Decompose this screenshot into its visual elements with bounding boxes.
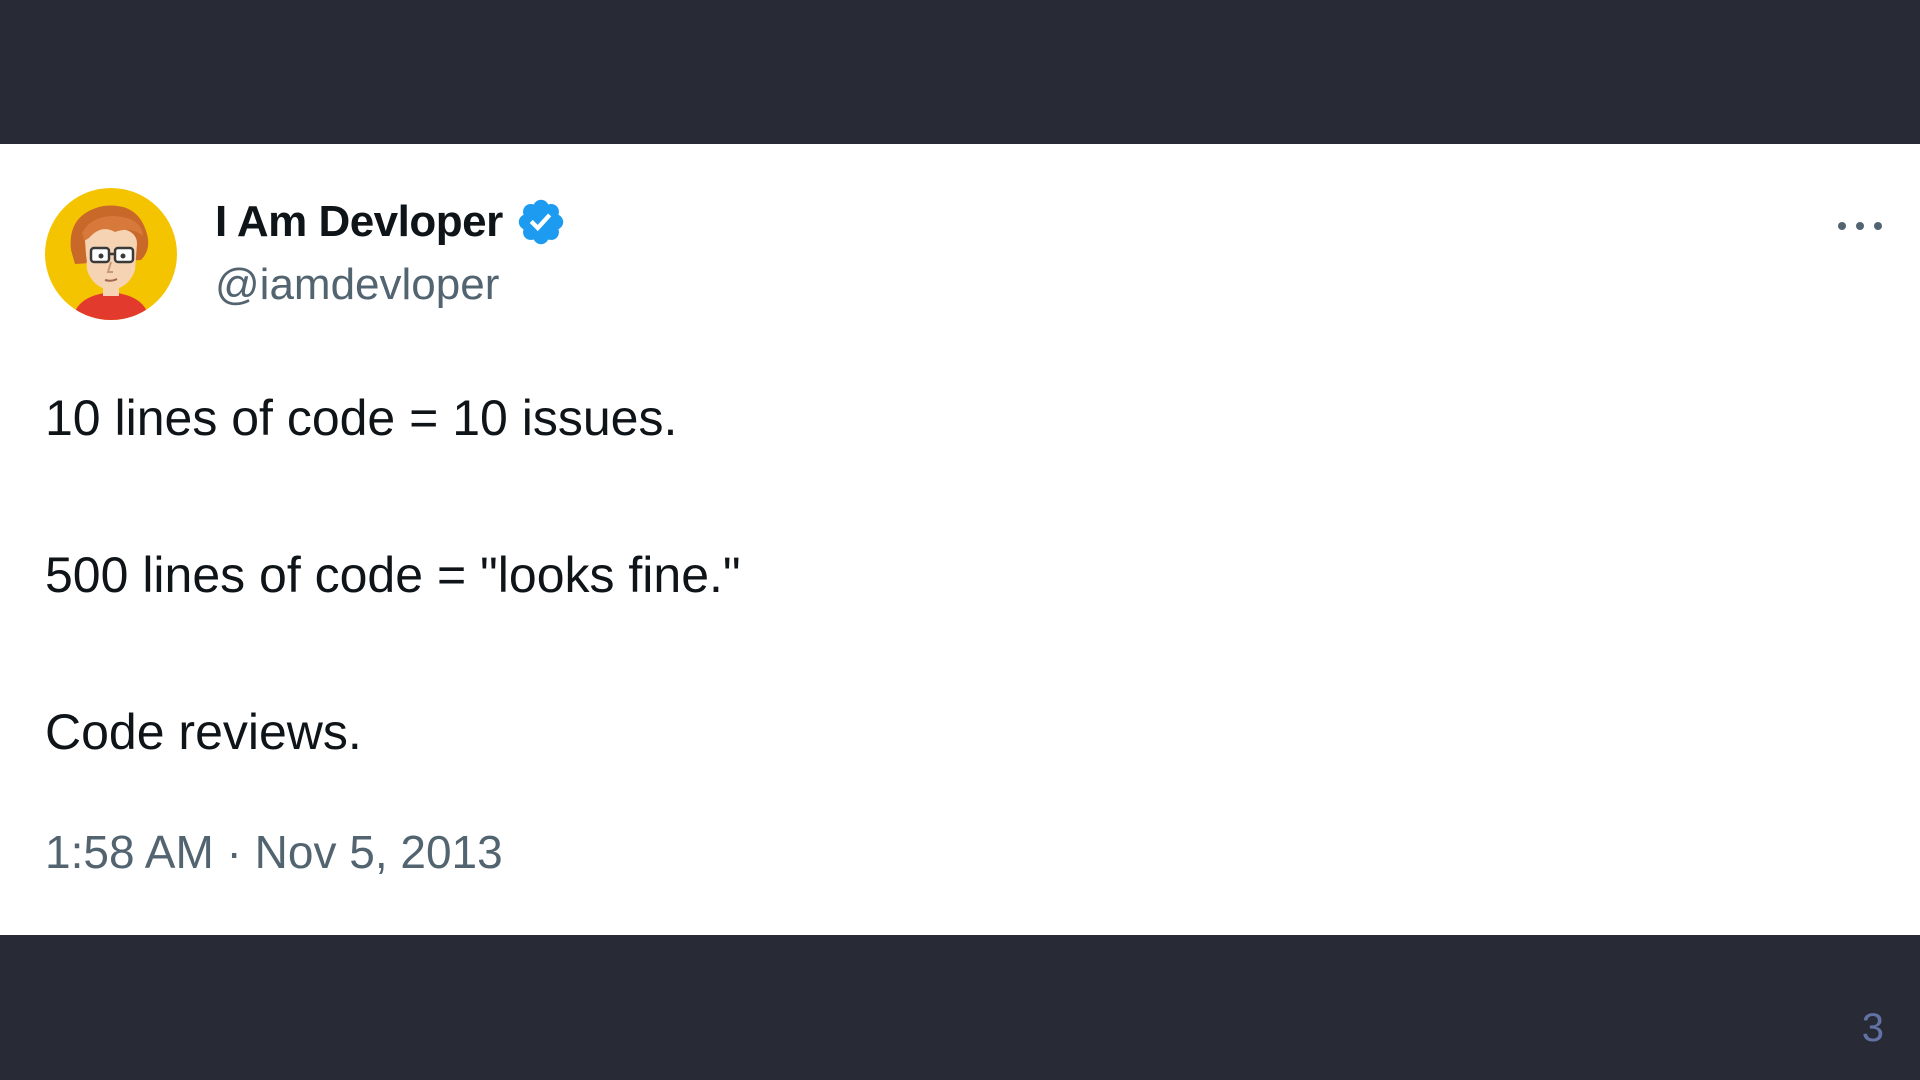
tweet-text-line-3: Code reviews. xyxy=(45,704,362,760)
tweet-card: I Am Devloper @iamdevloper 10 lines of c… xyxy=(0,144,1920,935)
tweet-timestamp[interactable]: 1:58 AM · Nov 5, 2013 xyxy=(45,824,503,880)
avatar-image xyxy=(45,188,177,320)
more-options-button[interactable] xyxy=(1830,204,1890,248)
tweet-text-line-1: 10 lines of code = 10 issues. xyxy=(45,390,678,446)
author-display-name[interactable]: I Am Devloper xyxy=(215,194,503,250)
author-handle[interactable]: @iamdevloper xyxy=(215,257,499,313)
verified-badge-icon xyxy=(515,196,567,248)
author-name-row[interactable]: I Am Devloper xyxy=(215,194,567,250)
tweet-text-line-2: 500 lines of code = "looks fine." xyxy=(45,547,741,603)
more-horizontal-icon xyxy=(1838,222,1882,230)
slide-page-number: 3 xyxy=(1861,1006,1884,1050)
avatar[interactable] xyxy=(45,188,177,320)
